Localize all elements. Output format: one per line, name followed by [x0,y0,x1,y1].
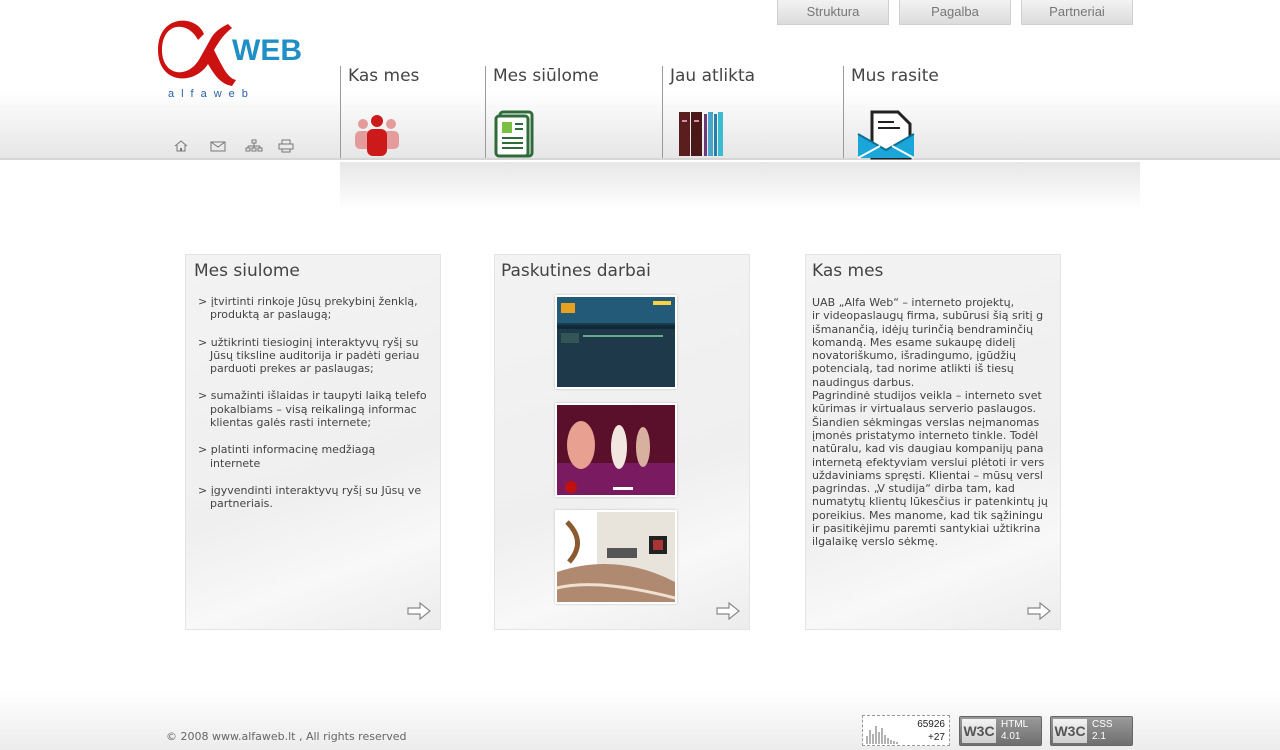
offer-item: įtvirtinti rinkoje Jūsų prekybinį ženklą… [196,295,428,322]
w3c-html-badge[interactable]: W3C HTML 4.01 [959,716,1042,746]
nav-label: Mes siūlome [493,66,599,86]
work-thumbnail-3[interactable] [555,510,677,604]
offer-item: platinti informacinę medžiagą internete [196,443,428,470]
people-icon [351,110,403,160]
work-thumbnail-1[interactable] [555,295,677,389]
copyright-text: © 2008 www.alfaweb.lt , All rights reser… [166,730,407,743]
nav-jau-atlikta[interactable]: Jau atlikta [662,66,842,158]
top-link-partneriai[interactable]: Partneriai [1021,0,1133,25]
w3c-css-badge[interactable]: W3C CSS 2.1 [1050,716,1133,746]
print-icon[interactable] [277,138,295,154]
about-title: Kas mes [812,261,884,281]
offer-more-arrow-icon[interactable] [406,601,432,621]
offer-item: sumažinti išlaidas ir taupyti laiką tele… [196,389,428,429]
offer-title: Mes siulome [194,261,300,281]
alpha-logo-icon [158,20,236,86]
counter-graph-icon [866,726,898,744]
counter-total: 65926 [917,719,945,730]
home-icon[interactable] [172,138,190,154]
work-thumbnail-2[interactable] [555,403,677,497]
mail-icon[interactable] [209,138,227,154]
w3c-css-logo: W3C [1053,719,1087,743]
offer-item: įgyvendinti interaktyvų ryšį su Jūsų ve … [196,484,428,511]
nav-label: Kas mes [348,66,420,86]
visitor-counter[interactable]: 65926 +27 [862,715,950,746]
offer-list: įtvirtinti rinkoje Jūsų prekybinį ženklą… [196,295,428,525]
about-more-arrow-icon[interactable] [1026,601,1052,621]
offer-box: Mes siulome įtvirtinti rinkoje Jūsų prek… [185,254,441,630]
logo[interactable]: WEB alfaweb [158,14,308,104]
logo-web-text: WEB [232,34,302,67]
offer-item: užtikrinti tiesioginį interaktyvų ryšį s… [196,336,428,376]
header-shadow [340,162,1140,210]
envelope-icon [856,110,916,164]
logo-subtitle: alfaweb [168,88,255,100]
nav-mes-siulome[interactable]: Mes siūlome [485,66,661,158]
top-link-pagalba[interactable]: Pagalba [899,0,1011,25]
counter-today: +27 [928,732,945,743]
books-icon [677,110,729,162]
nav-mus-rasite[interactable]: Mus rasite [843,66,983,160]
w3c-html-logo: W3C [962,719,996,743]
nav-label: Mus rasite [851,66,939,86]
w3c-html-version: 4.01 [1001,731,1021,742]
about-box: Kas mes UAB „Alfa Web“ – interneto proje… [805,254,1061,630]
sitemap-icon[interactable] [245,138,263,154]
works-box: Paskutines darbai [494,254,750,630]
about-text: UAB „Alfa Web“ – interneto projektų, ir … [812,296,1048,549]
nav-label: Jau atlikta [670,66,756,86]
document-icon [494,110,536,162]
top-link-struktura[interactable]: Struktura [777,0,889,25]
works-more-arrow-icon[interactable] [715,601,741,621]
works-title: Paskutines darbai [501,261,651,281]
w3c-html-label: HTML [1001,719,1029,730]
nav-kas-mes[interactable]: Kas mes [340,66,484,158]
w3c-css-label: CSS [1092,719,1113,730]
w3c-css-version: 2.1 [1092,731,1106,742]
